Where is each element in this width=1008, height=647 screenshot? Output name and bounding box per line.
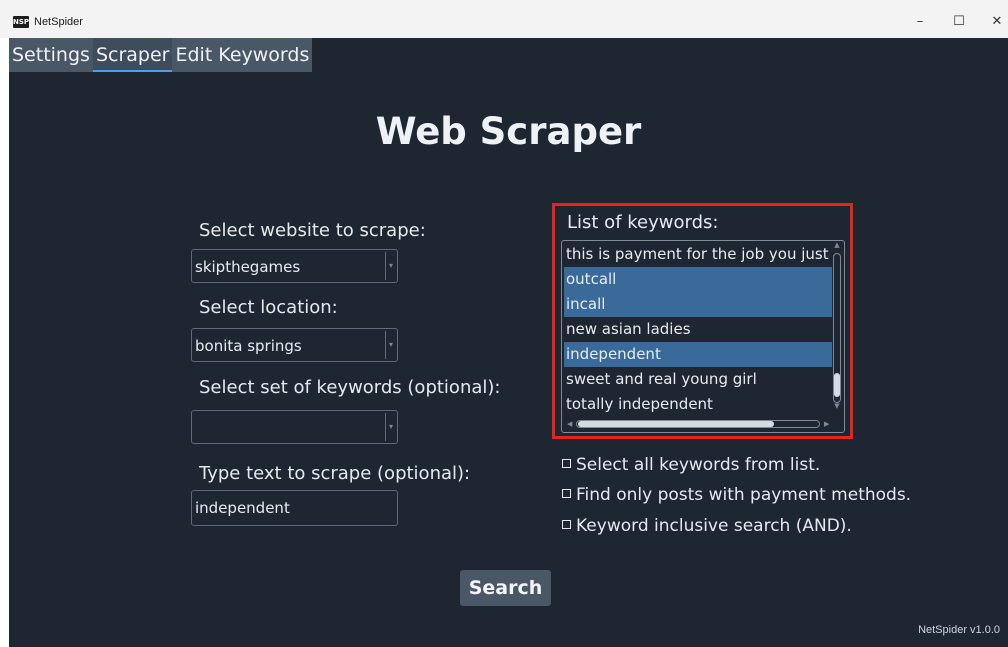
scrollbar-thumb[interactable] [834,373,840,397]
list-item[interactable]: new asian ladies [564,317,832,342]
list-item[interactable]: totally independent [564,392,832,417]
location-select-value: bonita springs [195,337,302,355]
page-title: Web Scraper [375,110,642,153]
select-all-label[interactable]: Select all keywords from list. [576,455,820,475]
search-button[interactable]: Search [460,570,551,606]
scroll-down-icon[interactable]: ▼ [832,402,842,410]
list-item[interactable]: independent [564,342,832,367]
location-select[interactable]: bonita springs ▾ [191,328,398,362]
minimize-button[interactable]: – [905,10,935,34]
title-bar: NSP NetSpider – ☐ ✕ [0,0,1008,38]
maximize-button[interactable]: ☐ [944,10,974,34]
keyword-list[interactable]: this is payment for the job you just out… [561,240,845,433]
text-label: Type text to scrape (optional): [199,463,471,484]
list-item[interactable]: this is payment for the job you just [564,242,832,267]
payment-only-label[interactable]: Find only posts with payment methods. [576,485,911,505]
inclusive-search-label[interactable]: Keyword inclusive search (AND). [576,516,852,536]
website-select-value: skipthegames [195,258,301,276]
scroll-right-icon[interactable]: ▶ [824,418,829,430]
keyword-list-highlight: List of keywords: this is payment for th… [552,203,853,439]
checkbox-icon[interactable] [562,520,571,529]
website-label: Select website to scrape: [199,220,426,241]
location-label: Select location: [199,297,338,318]
scroll-left-icon[interactable]: ◀ [567,418,572,430]
keyword-list-title: List of keywords: [567,212,719,233]
window-title: NetSpider [34,16,83,28]
tab-scraper[interactable]: Scraper [92,38,173,72]
checkbox-icon[interactable] [562,459,571,468]
website-select[interactable]: skipthegames ▾ [191,249,398,283]
close-button[interactable]: ✕ [982,10,1008,34]
keyword-set-label: Select set of keywords (optional): [199,377,501,398]
tab-bar: Settings Scraper Edit Keywords [9,38,313,72]
scrollbar-thumb[interactable] [578,421,774,427]
vertical-scrollbar[interactable]: ▲ ▼ [832,241,842,410]
version-label: NetSpider v1.0.0 [918,624,1000,636]
chevron-down-icon[interactable]: ▾ [385,331,396,359]
payment-only-checkbox[interactable]: Find only posts with payment methods. [562,485,911,505]
chevron-down-icon[interactable]: ▾ [385,252,396,280]
tab-settings[interactable]: Settings [9,38,93,72]
list-item[interactable]: sweet and real young girl [564,367,832,392]
keyword-set-select[interactable]: ▾ [191,410,398,444]
inclusive-search-checkbox[interactable]: Keyword inclusive search (AND). [562,516,852,536]
tab-edit-keywords[interactable]: Edit Keywords [172,38,313,72]
checkbox-icon[interactable] [562,489,571,498]
select-all-checkbox[interactable]: Select all keywords from list. [562,455,820,475]
scrape-text-value: independent [195,499,290,517]
horizontal-scrollbar[interactable]: ◀ ▶ [566,418,830,430]
list-item[interactable]: incall [564,292,832,317]
app-logo-icon: NSP [13,16,30,28]
chevron-down-icon[interactable]: ▾ [385,413,396,441]
list-item[interactable]: outcall [564,267,832,292]
app-content: Settings Scraper Edit Keywords Web Scrap… [9,38,1008,647]
scroll-up-icon[interactable]: ▲ [832,241,842,249]
scrape-text-input[interactable]: independent [191,490,398,526]
